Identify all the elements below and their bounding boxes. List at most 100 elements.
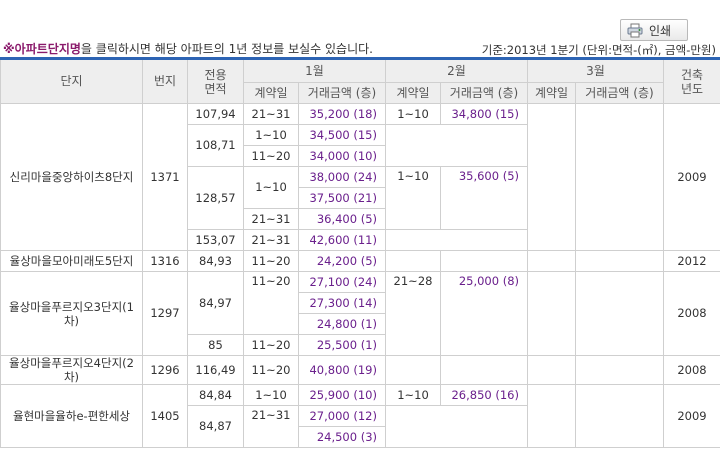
- area-cell: 107,94: [187, 103, 244, 125]
- contract-date-cell: [527, 250, 576, 272]
- contract-date-cell: [385, 355, 441, 385]
- amount-cell: [575, 384, 664, 448]
- lot-number: 1297: [142, 271, 188, 356]
- header-month-2: 2월: [385, 58, 528, 83]
- contract-date-cell: 21~31: [243, 103, 299, 125]
- complex-name[interactable]: 율현마을율하e-편한세상: [0, 384, 143, 448]
- area-cell: 84,93: [187, 250, 244, 272]
- amount-cell: 35,200 (18): [298, 103, 386, 125]
- area-cell: 84,87: [187, 405, 244, 448]
- empty-cell: [385, 405, 528, 448]
- table-row: 율상마을푸르지오3단지(1차) 1297 84,97 11~20 27,100 …: [0, 271, 720, 356]
- amount-cell: 35,600 (5): [440, 166, 528, 230]
- contract-date-cell: 11~20: [243, 271, 299, 335]
- contract-date-cell: 11~20: [243, 250, 299, 272]
- complex-name[interactable]: 신리마을중앙하이츠8단지: [0, 103, 143, 251]
- amount-cell: 27,100 (24): [298, 271, 386, 293]
- amount-cell: 34,800 (15): [440, 103, 528, 125]
- table-row: 율상마을모아미래도5단지 1316 84,93 11~20 24,200 (5)…: [0, 250, 720, 272]
- amount-cell: 25,500 (1): [298, 334, 386, 356]
- amount-cell: 34,500 (15): [298, 124, 386, 146]
- contract-date-cell: 1~10: [385, 384, 441, 406]
- contract-date-cell: [385, 250, 441, 272]
- contract-date-cell: [527, 271, 576, 356]
- lot-number: 1405: [142, 384, 188, 448]
- area-cell: 85: [187, 334, 244, 356]
- contract-date-cell: 1~10: [243, 166, 299, 209]
- header-area: 전용면적: [187, 58, 244, 104]
- area-cell: 128,57: [187, 166, 244, 230]
- lot-number: 1316: [142, 250, 188, 272]
- amount-cell: 24,200 (5): [298, 250, 386, 272]
- header-month-1: 1월: [243, 58, 386, 83]
- amount-cell: 25,000 (8): [440, 271, 528, 356]
- contract-date-cell: 1~10: [385, 103, 441, 125]
- amount-cell: 25,900 (10): [298, 384, 386, 406]
- contract-date-cell: [527, 384, 576, 448]
- printer-icon: [627, 23, 643, 37]
- area-cell: 84,97: [187, 271, 244, 335]
- empty-cell: [385, 229, 528, 251]
- header-contract-date: 계약일: [385, 82, 441, 104]
- contract-date-cell: 11~20: [243, 145, 299, 167]
- amount-cell: 27,300 (14): [298, 292, 386, 314]
- area-cell: 116,49: [187, 355, 244, 385]
- area-cell: 153,07: [187, 229, 244, 251]
- amount-cell: 24,800 (1): [298, 313, 386, 335]
- contract-date-cell: [527, 355, 576, 385]
- built-year: 2008: [663, 271, 720, 356]
- notice-highlight[interactable]: ※아파트단지명: [3, 42, 81, 56]
- amount-cell: 34,000 (10): [298, 145, 386, 167]
- amount-cell: [440, 250, 528, 272]
- lot-number: 1371: [142, 103, 188, 251]
- table-row: 율상마을푸르지오4단지(2차) 1296 116,49 11~20 40,800…: [0, 355, 720, 385]
- contract-date-cell: 1~10: [243, 124, 299, 146]
- amount-cell: 40,800 (19): [298, 355, 386, 385]
- complex-name[interactable]: 율상마을모아미래도5단지: [0, 250, 143, 272]
- header-built-year: 건축년도: [663, 58, 720, 104]
- contract-date-cell: 11~20: [243, 355, 299, 385]
- header-complex: 단지: [0, 58, 143, 104]
- print-label: 인쇄: [649, 23, 672, 38]
- amount-cell: 27,000 (12): [298, 405, 386, 427]
- empty-cell: [385, 124, 528, 167]
- complex-name[interactable]: 율상마을푸르지오3단지(1차): [0, 271, 143, 356]
- complex-name[interactable]: 율상마을푸르지오4단지(2차): [0, 355, 143, 385]
- amount-cell: 37,500 (21): [298, 187, 386, 209]
- amount-cell: [575, 271, 664, 356]
- amount-cell: [575, 103, 664, 251]
- built-year: 2008: [663, 355, 720, 385]
- area-cell: 84,84: [187, 384, 244, 406]
- amount-cell: [575, 250, 664, 272]
- contract-date-cell: 1~10: [385, 166, 441, 230]
- notice-text: ※아파트단지명을 클릭하시면 해당 아파트의 1년 정보를 보실수 있습니다.: [3, 40, 373, 57]
- built-year: 2012: [663, 250, 720, 272]
- header-month-3: 3월: [527, 58, 664, 83]
- built-year: 2009: [663, 384, 720, 448]
- header-contract-date: 계약일: [527, 82, 576, 104]
- header-contract-date: 계약일: [243, 82, 299, 104]
- amount-cell: [440, 355, 528, 385]
- amount-cell: 38,000 (24): [298, 166, 386, 188]
- contract-date-cell: 21~31: [243, 229, 299, 251]
- amount-cell: 36,400 (5): [298, 208, 386, 230]
- print-button[interactable]: 인쇄: [620, 19, 688, 41]
- table-row: 신리마을중앙하이츠8단지 1371 107,94 21~31 35,200 (1…: [0, 103, 720, 251]
- basis-text: 기준:2013년 1분기 (단위:면적-(㎡), 금액-만원): [481, 43, 716, 57]
- contract-date-cell: 21~28: [385, 271, 441, 356]
- contract-date-cell: [527, 103, 576, 251]
- header-amount: 거래금액 (층): [575, 82, 664, 104]
- lot-number: 1296: [142, 355, 188, 385]
- header-lot: 번지: [142, 58, 188, 104]
- amount-cell: 24,500 (3): [298, 426, 386, 448]
- contract-date-cell: 21~31: [243, 405, 299, 448]
- amount-cell: 26,850 (16): [440, 384, 528, 406]
- area-cell: 108,71: [187, 124, 244, 167]
- contract-date-cell: 21~31: [243, 208, 299, 230]
- contract-date-cell: 1~10: [243, 384, 299, 406]
- amount-cell: 42,600 (11): [298, 229, 386, 251]
- header-amount: 거래금액 (층): [298, 82, 386, 104]
- table-row: 율현마을율하e-편한세상 1405 84,84 1~10 25,900 (10)…: [0, 384, 720, 448]
- amount-cell: [575, 355, 664, 385]
- transaction-table: 단지 번지 전용면적 1월 2월 3월 건축년도 계약일 거래금액 (층) 계약…: [0, 57, 720, 448]
